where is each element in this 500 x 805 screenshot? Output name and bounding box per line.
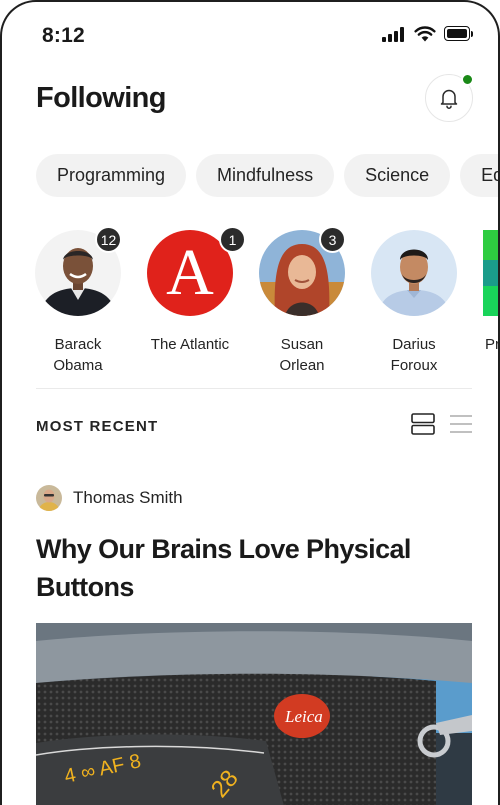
view-toggle	[411, 413, 473, 435]
phone-frame: 8:12 Following Programming Mindfulness S…	[0, 0, 500, 805]
following-name: Susan Orlean	[279, 336, 325, 374]
section-label: MOST RECENT	[36, 418, 159, 435]
author-name: Thomas Smith	[73, 488, 183, 507]
signal-icon	[382, 26, 406, 42]
status-icons	[382, 26, 474, 42]
bell-icon	[440, 89, 458, 109]
following-item-darius-foroux[interactable]: Darius Foroux	[359, 230, 469, 380]
article-author[interactable]: Thomas Smith	[36, 485, 183, 511]
following-item-susan-orlean[interactable]: 3 Susan Orlean	[247, 226, 357, 380]
following-name: The Atlantic	[150, 336, 230, 353]
card-view-icon[interactable]	[411, 413, 435, 435]
unread-count-badge: 12	[95, 226, 122, 253]
topic-chip[interactable]: Mindfulness	[196, 154, 335, 197]
following-name: Pr	[485, 336, 500, 353]
article-hero-image[interactable]: 4 ∞ AF 8 28 Leica	[36, 623, 472, 805]
status-time: 8:12	[42, 24, 85, 47]
avatar	[483, 230, 498, 316]
topic-chip[interactable]: Science	[344, 154, 451, 197]
article-title[interactable]: Why Our Brains Love Physical Buttons	[36, 530, 456, 606]
following-item-the-atlantic[interactable]: A 1 The Atlantic	[135, 226, 246, 380]
divider	[36, 388, 472, 389]
following-name: Barack Obama	[53, 336, 103, 374]
topic-chips: Programming Mindfulness Science Eq	[36, 154, 498, 197]
page-title: Following	[36, 82, 167, 114]
notification-dot	[461, 73, 474, 86]
topic-chip[interactable]: Programming	[36, 154, 187, 197]
status-bar: 8:12	[2, 2, 498, 64]
topic-chip[interactable]: Eq	[460, 154, 498, 197]
following-row: 12 Barack Obama A 1 The Atlantic 3 Susan…	[35, 224, 498, 374]
unread-count-badge: 3	[319, 226, 346, 253]
avatar	[371, 230, 457, 316]
battery-icon	[444, 26, 474, 42]
wifi-icon	[414, 26, 436, 42]
svg-text:Leica: Leica	[284, 707, 323, 726]
following-item-barack-obama[interactable]: 12 Barack Obama	[23, 226, 133, 380]
author-avatar	[36, 485, 62, 511]
following-item-partial[interactable]: Pr	[471, 230, 500, 380]
list-view-icon[interactable]	[449, 413, 473, 435]
following-name: Darius Foroux	[390, 336, 438, 374]
unread-count-badge: 1	[219, 226, 246, 253]
